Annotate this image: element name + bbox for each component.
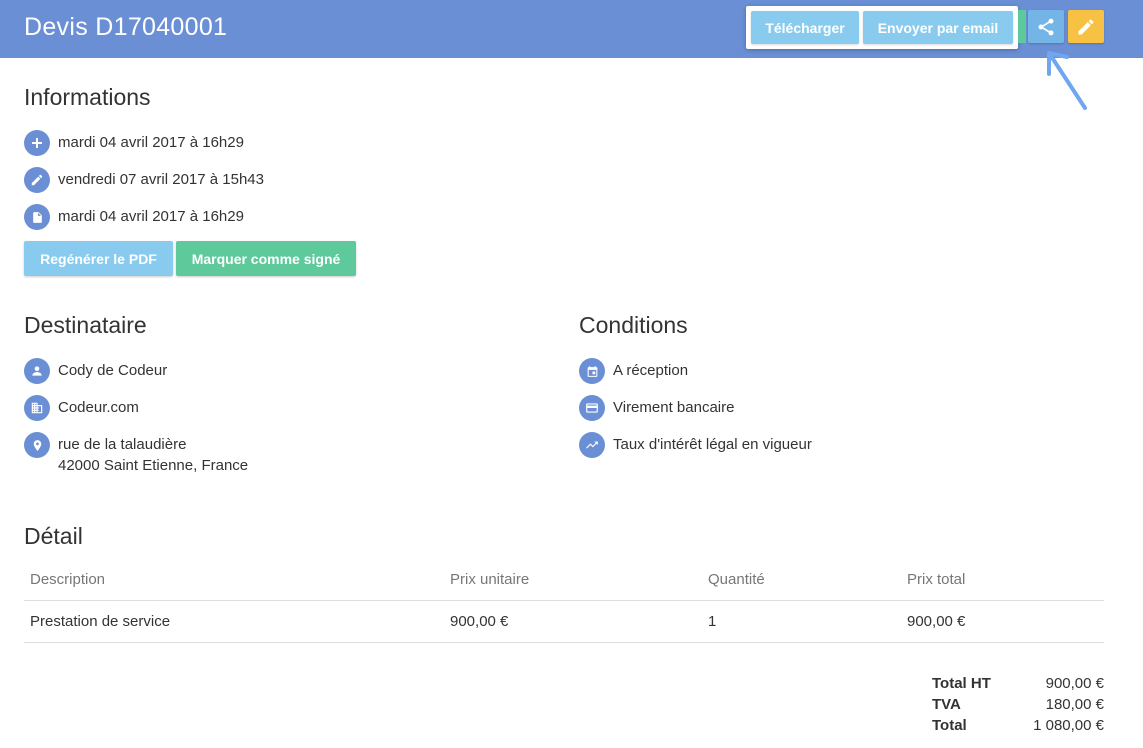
pdf-date-row: mardi 04 avril 2017 à 16h29 (24, 204, 244, 230)
payment-method-row: Virement bancaire (579, 395, 734, 421)
column-unit-price: Prix unitaire (450, 571, 530, 588)
created-date-row: mardi 04 avril 2017 à 16h29 (24, 130, 244, 156)
location-pin-icon (24, 432, 50, 458)
modified-date: vendredi 07 avril 2017 à 15h43 (58, 171, 264, 188)
payment-term-row: A réception (579, 358, 688, 384)
share-button[interactable] (1028, 10, 1064, 43)
column-quantity: Quantité (708, 571, 765, 588)
tva-label: TVA (932, 696, 961, 713)
address-line-2: 42000 Saint Etienne, France (58, 457, 249, 474)
recipient-company-row: Codeur.com (24, 395, 139, 421)
payment-method: Virement bancaire (613, 399, 735, 416)
conditions-title: Conditions (579, 312, 688, 338)
row-unit-price: 900,00 € (450, 613, 509, 630)
download-button[interactable]: Télécharger (751, 11, 859, 44)
plus-icon (24, 130, 50, 156)
edit-button[interactable] (1068, 10, 1104, 43)
destinataire-title: Destinataire (24, 312, 147, 338)
row-quantity: 1 (708, 613, 717, 630)
row-description: Prestation de service (30, 613, 171, 630)
annotation-arrow-icon (1047, 51, 1087, 110)
file-icon (24, 204, 50, 230)
page-title: Devis D17040001 (24, 13, 228, 41)
person-icon (24, 358, 50, 384)
address-line-1: rue de la talaudière (58, 436, 187, 453)
recipient-name: Cody de Codeur (58, 362, 168, 379)
recipient-company: Codeur.com (58, 399, 139, 416)
building-icon (24, 395, 50, 421)
share-icon (1038, 18, 1054, 35)
recipient-name-row: Cody de Codeur (24, 358, 167, 384)
row-total-price: 900,00 € (907, 613, 966, 630)
page-header: Devis D17040001 Télécharger Envoyer par … (0, 0, 1143, 58)
download-popover: Télécharger Envoyer par email (746, 6, 1025, 49)
pencil-icon (1078, 18, 1094, 34)
hidden-button-edge (1018, 10, 1026, 43)
column-total-price: Prix total (907, 571, 966, 588)
total-label: Total (932, 717, 967, 734)
total-ht-label: Total HT (932, 675, 991, 692)
table-row: Prestation de service 900,00 € 1 900,00 … (24, 601, 1104, 643)
created-date: mardi 04 avril 2017 à 16h29 (58, 134, 244, 151)
modified-date-row: vendredi 07 avril 2017 à 15h43 (24, 167, 264, 193)
column-description: Description (30, 571, 106, 588)
payment-term: A réception (613, 362, 689, 379)
regenerate-pdf-button[interactable]: Regénérer le PDF (24, 241, 173, 276)
recipient-address-row: rue de la talaudière 42000 Saint Etienne… (24, 432, 248, 476)
detail-table-header: Description Prix unitaire Quantité Prix … (24, 560, 1104, 601)
detail-title: Détail (24, 523, 83, 549)
total-ht-value: 900,00 € (1045, 675, 1104, 692)
trending-up-icon (579, 432, 605, 458)
calendar-icon (579, 358, 605, 384)
send-email-button[interactable]: Envoyer par email (863, 11, 1013, 44)
total-value: 1 080,00 € (1033, 717, 1104, 734)
informations-title: Informations (24, 84, 151, 110)
late-interest: Taux d'intérêt légal en vigueur (613, 436, 812, 453)
pencil-icon (24, 167, 50, 193)
pdf-date: mardi 04 avril 2017 à 16h29 (58, 208, 244, 225)
mark-signed-button[interactable]: Marquer comme signé (176, 241, 356, 276)
late-interest-row: Taux d'intérêt légal en vigueur (579, 432, 812, 458)
tva-value: 180,00 € (1045, 696, 1104, 713)
credit-card-icon (579, 395, 605, 421)
recipient-address: rue de la talaudière 42000 Saint Etienne… (58, 432, 248, 476)
